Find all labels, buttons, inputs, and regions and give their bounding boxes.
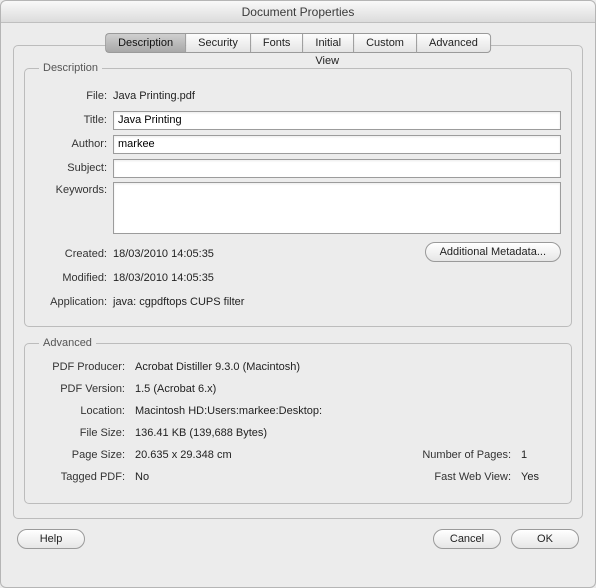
content-panel: Description File: Java Printing.pdf Titl… — [13, 45, 583, 519]
ok-button[interactable]: OK — [511, 529, 579, 549]
producer-value: Acrobat Distiller 9.3.0 (Macintosh) — [135, 361, 561, 379]
modified-label: Modified: — [35, 272, 113, 284]
keywords-input[interactable] — [113, 182, 561, 234]
tagged-label: Tagged PDF: — [35, 471, 135, 489]
dialog-footer: Help Cancel OK — [1, 529, 595, 563]
numpages-value: 1 — [521, 449, 561, 467]
title-input[interactable] — [113, 111, 561, 130]
description-group: Description File: Java Printing.pdf Titl… — [24, 62, 572, 327]
application-value: java: cgpdftops CUPS filter — [113, 296, 561, 308]
subject-input[interactable] — [113, 159, 561, 178]
cancel-button[interactable]: Cancel — [433, 529, 501, 549]
location-value: Macintosh HD:Users:markee:Desktop: — [135, 405, 561, 423]
location-label: Location: — [35, 405, 135, 423]
version-value: 1.5 (Acrobat 6.x) — [135, 383, 561, 401]
filesize-value: 136.41 KB (139,688 Bytes) — [135, 427, 561, 445]
created-label: Created: — [35, 248, 113, 260]
title-label: Title: — [35, 114, 113, 126]
tagged-value: No — [135, 471, 401, 489]
advanced-group: Advanced PDF Producer: Acrobat Distiller… — [24, 337, 572, 504]
filesize-label: File Size: — [35, 427, 135, 445]
pagesize-label: Page Size: — [35, 449, 135, 467]
dialog-window: Document Properties Description Security… — [0, 0, 596, 588]
tab-initial-view[interactable]: Initial View — [302, 33, 353, 53]
fastweb-label: Fast Web View: — [401, 471, 521, 489]
tab-advanced[interactable]: Advanced — [416, 33, 491, 53]
application-label: Application: — [35, 296, 113, 308]
author-input[interactable] — [113, 135, 561, 154]
help-button[interactable]: Help — [17, 529, 85, 549]
tab-security[interactable]: Security — [185, 33, 250, 53]
additional-metadata-button[interactable]: Additional Metadata... — [425, 242, 561, 262]
tab-custom[interactable]: Custom — [353, 33, 416, 53]
tab-description[interactable]: Description — [105, 33, 185, 53]
fastweb-value: Yes — [521, 471, 561, 489]
numpages-label: Number of Pages: — [401, 449, 521, 467]
modified-value: 18/03/2010 14:05:35 — [113, 272, 561, 284]
description-legend: Description — [39, 62, 102, 74]
file-label: File: — [35, 90, 113, 102]
author-label: Author: — [35, 138, 113, 150]
window-title: Document Properties — [1, 1, 595, 23]
producer-label: PDF Producer: — [35, 361, 135, 379]
subject-label: Subject: — [35, 162, 113, 174]
version-label: PDF Version: — [35, 383, 135, 401]
advanced-legend: Advanced — [39, 337, 96, 349]
file-value: Java Printing.pdf — [113, 90, 561, 102]
keywords-label: Keywords: — [35, 182, 113, 196]
pagesize-value: 20.635 x 29.348 cm — [135, 449, 401, 467]
tab-fonts[interactable]: Fonts — [250, 33, 303, 53]
